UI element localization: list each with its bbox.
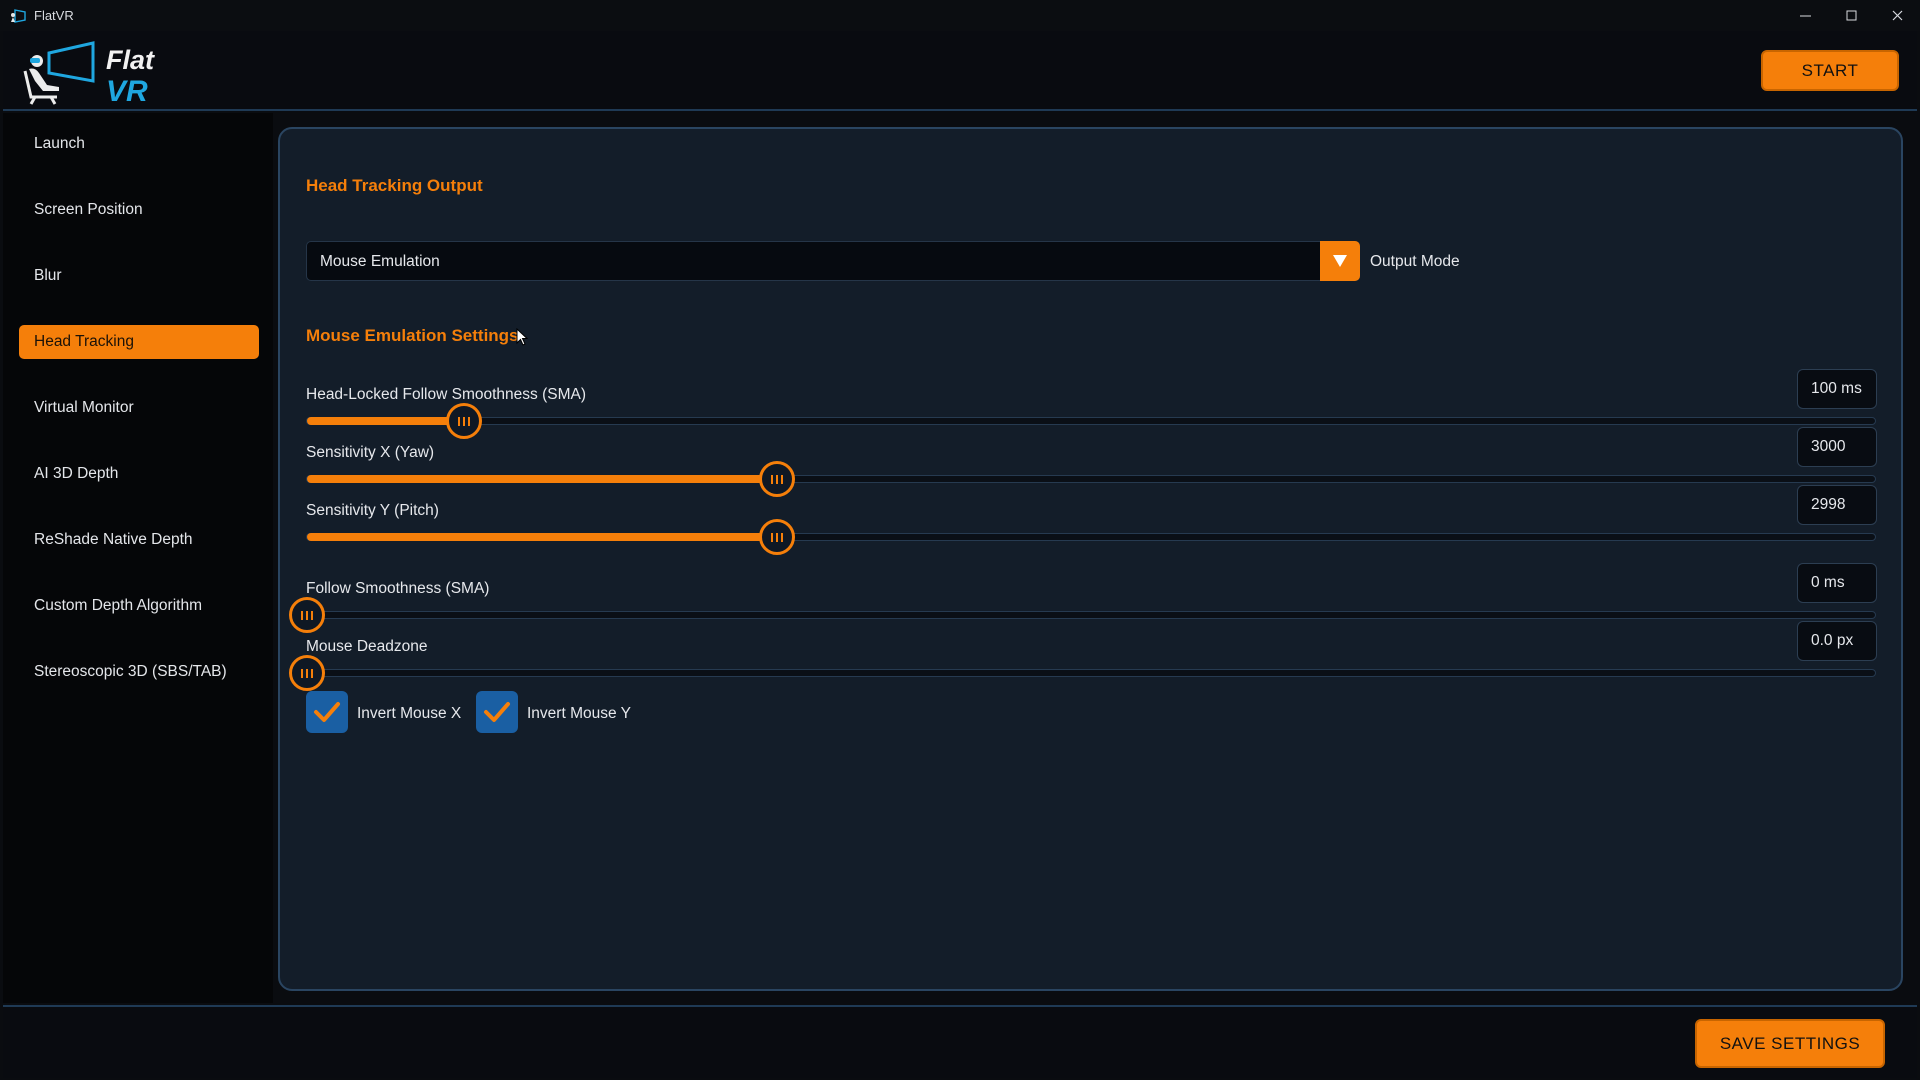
- sidebar-item-reshade-native-depth[interactable]: ReShade Native Depth: [19, 523, 259, 557]
- invert-mouse-x-checkbox[interactable]: [306, 691, 348, 733]
- follow-smoothness-label: Follow Smoothness (SMA): [306, 580, 490, 597]
- head-locked-smoothness-slider[interactable]: [306, 403, 1876, 439]
- slider-fill: [307, 533, 778, 541]
- maximize-button[interactable]: [1828, 0, 1874, 31]
- slider-thumb[interactable]: [759, 461, 796, 497]
- checkmark-icon: [484, 702, 510, 722]
- save-settings-button[interactable]: SAVE SETTINGS: [1695, 1019, 1885, 1068]
- logo-text-flat: Flat: [106, 45, 155, 75]
- head-locked-smoothness-value[interactable]: 100 ms: [1797, 369, 1877, 409]
- sidebar-item-head-tracking[interactable]: Head Tracking: [19, 325, 259, 359]
- sensitivity-y-slider[interactable]: [306, 519, 1876, 555]
- minimize-icon: [1799, 15, 1811, 17]
- sidebar-item-stereoscopic-3d[interactable]: Stereoscopic 3D (SBS/TAB): [19, 655, 259, 689]
- dropdown-arrow-button[interactable]: [1320, 241, 1360, 281]
- sidebar-item-screen-position[interactable]: Screen Position: [19, 193, 259, 227]
- head-locked-smoothness-label: Head-Locked Follow Smoothness (SMA): [306, 386, 586, 403]
- title-bar: FlatVR: [0, 0, 1920, 31]
- invert-mouse-y-checkbox[interactable]: [476, 691, 518, 733]
- slider-fill: [307, 417, 464, 425]
- app-icon: [11, 8, 26, 23]
- slider-thumb[interactable]: [289, 655, 325, 691]
- sidebar: Launch Screen Position Blur Head Trackin…: [3, 113, 273, 1003]
- maximize-icon: [1846, 10, 1856, 21]
- mouse-cursor-icon: [516, 328, 528, 346]
- sensitivity-x-label: Sensitivity X (Yaw): [306, 444, 435, 461]
- mouse-emulation-settings-title: Mouse Emulation Settings: [306, 326, 519, 345]
- window-controls: [1782, 0, 1920, 31]
- logo-text-vr: VR: [106, 75, 148, 108]
- mouse-deadzone-slider[interactable]: [289, 655, 1876, 691]
- triangle-down-icon: [1333, 255, 1347, 267]
- sidebar-item-launch[interactable]: Launch: [19, 127, 259, 161]
- start-button[interactable]: START: [1761, 50, 1899, 91]
- head-tracking-output-title: Head Tracking Output: [306, 176, 483, 195]
- output-mode-value: Mouse Emulation: [320, 253, 440, 270]
- output-mode-label: Output Mode: [1370, 253, 1460, 270]
- vr-chair-logo-icon: [23, 41, 95, 105]
- slider-thumb[interactable]: [445, 403, 482, 439]
- invert-mouse-y-label: Invert Mouse Y: [527, 705, 631, 722]
- follow-smoothness-slider[interactable]: [289, 597, 1876, 633]
- sensitivity-y-label: Sensitivity Y (Pitch): [306, 502, 439, 519]
- sensitivity-x-value[interactable]: 3000: [1797, 427, 1877, 467]
- app-header: Flat VR START: [3, 31, 1917, 111]
- sidebar-item-virtual-monitor[interactable]: Virtual Monitor: [19, 391, 259, 425]
- sidebar-item-blur[interactable]: Blur: [19, 259, 259, 293]
- close-button[interactable]: [1874, 0, 1920, 31]
- sidebar-item-ai-3d-depth[interactable]: AI 3D Depth: [19, 457, 259, 491]
- slider-thumb[interactable]: [759, 519, 796, 555]
- checkmark-icon: [314, 702, 340, 722]
- close-icon: [1892, 10, 1902, 21]
- follow-smoothness-value[interactable]: 0 ms: [1797, 563, 1877, 603]
- output-mode-dropdown[interactable]: Mouse Emulation: [306, 241, 1360, 281]
- window-title: FlatVR: [34, 8, 74, 23]
- head-tracking-panel: Head Tracking Output Mouse Emulation Out…: [278, 127, 1903, 991]
- mouse-deadzone-value[interactable]: 0.0 px: [1797, 621, 1877, 661]
- app-footer: SAVE SETTINGS: [3, 1005, 1917, 1078]
- sidebar-item-custom-depth-algorithm[interactable]: Custom Depth Algorithm: [19, 589, 259, 623]
- app-logo: Flat VR: [21, 41, 156, 108]
- sensitivity-x-slider[interactable]: [306, 461, 1876, 497]
- sensitivity-y-value[interactable]: 2998: [1797, 485, 1877, 525]
- mouse-deadzone-label: Mouse Deadzone: [306, 638, 428, 655]
- slider-fill: [307, 475, 778, 483]
- minimize-button[interactable]: [1782, 0, 1828, 31]
- invert-mouse-x-label: Invert Mouse X: [357, 705, 462, 722]
- slider-thumb[interactable]: [289, 597, 325, 633]
